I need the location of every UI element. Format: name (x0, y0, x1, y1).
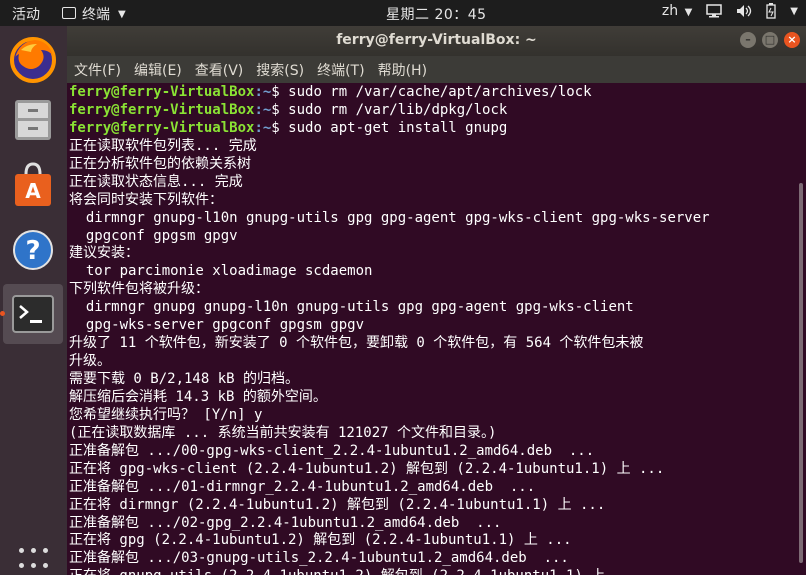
dock-item-files[interactable] (3, 90, 63, 150)
terminal-output-line: tor parcimonie xloadimage scdaemon (69, 263, 373, 280)
help-icon: ? (13, 230, 53, 270)
dock-item-software[interactable]: A (3, 154, 63, 214)
terminal-output-line: 需要下载 0 B/2,148 kB 的归档。 (69, 371, 300, 387)
chevron-down-icon: ▼ (684, 7, 693, 18)
prompt-symbol: $ (271, 101, 289, 118)
terminal-output-line: 正在读取软件包列表... 完成 (69, 137, 257, 154)
terminal-output-line: dirmngr gnupg-l10n gnupg-utils gpg gpg-a… (69, 209, 710, 226)
window-titlebar[interactable]: ferry@ferry-VirtualBox: ~ – □ × (67, 26, 806, 56)
menu-edit[interactable]: 编辑(E) (134, 60, 182, 80)
app-menu[interactable]: 终端 ▼ (62, 4, 126, 24)
terminal-output-line: 正在读取状态信息... 完成 (69, 173, 243, 190)
prompt-command: sudo rm /var/cache/apt/archives/lock (288, 84, 592, 100)
prompt-path: :~ (254, 84, 272, 100)
battery-icon[interactable] (766, 3, 776, 19)
running-indicator (0, 311, 5, 316)
system-menu-chevron-icon[interactable]: ▼ (790, 6, 798, 17)
dock-item-terminal[interactable] (3, 284, 63, 344)
window-controls: – □ × (740, 32, 800, 48)
terminal-window: ferry@ferry-VirtualBox: ~ – □ × 文件(F) 编辑… (67, 26, 806, 575)
terminal-output-line: 您希望继续执行吗？ [Y/n] y (69, 406, 263, 423)
clock[interactable]: 星期二 20：45 (386, 4, 487, 24)
terminal-output-line: gpgconf gpgsm gpgv (69, 227, 238, 244)
show-applications-button[interactable] (19, 548, 49, 572)
top-panel: 活动 终端 ▼ 星期二 20：45 zh ▼ ▼ (0, 0, 806, 26)
svg-text:?: ? (25, 236, 40, 266)
system-tray[interactable]: zh ▼ ▼ (662, 3, 798, 19)
terminal-output-line: 升级。 (69, 353, 111, 370)
terminal-output-line: 正在将 gpg-wks-client (2.2.4-1ubuntu1.2) 解包… (69, 460, 665, 477)
grid-dot (31, 563, 36, 568)
close-button[interactable]: × (784, 32, 800, 48)
prompt-command: sudo rm /var/lib/dpkg/lock (288, 101, 508, 118)
volume-icon[interactable] (736, 4, 752, 18)
shopping-bag-icon: A (15, 162, 51, 206)
terminal-output-line: 正准备解包 .../00-gpg-wks-client_2.2.4-1ubunt… (69, 442, 595, 459)
menu-search[interactable]: 搜索(S) (256, 60, 304, 80)
terminal-output-line: dirmngr gnupg gnupg-l10n gnupg-utils gpg… (69, 299, 634, 316)
svg-text:A: A (25, 179, 41, 203)
grid-dot (31, 548, 36, 553)
terminal-output-line: 将会同时安装下列软件： (69, 191, 223, 208)
firefox-icon (10, 37, 56, 83)
terminal-output-line: 解压缩后会消耗 14.3 kB 的额外空间。 (69, 388, 327, 405)
terminal-output-line: gpg-wks-server gpgconf gpgsm gpgv (69, 317, 365, 334)
terminal-output-line: (正在读取数据库 ... 系统当前共安装有 121027 个文件和目录。) (69, 424, 497, 441)
prompt-symbol: $ (271, 119, 289, 136)
window-title: ferry@ferry-VirtualBox: ~ (336, 32, 537, 48)
terminal-output[interactable]: ferry@ferry-VirtualBox:~$ sudo rm /var/c… (67, 83, 795, 575)
scrollbar[interactable] (795, 83, 806, 575)
terminal-prompt-line: ferry@ferry-VirtualBox:~$ sudo rm /var/c… (67, 83, 795, 101)
dock-item-help[interactable]: ? (3, 220, 63, 280)
input-method-label: zh (661, 3, 679, 19)
dock-item-firefox[interactable] (3, 30, 63, 90)
app-menu-label: 终端 (82, 7, 110, 23)
terminal-output-line: 正准备解包 .../03-gnupg-utils_2.2.4-1ubuntu1.… (69, 550, 569, 567)
menu-help[interactable]: 帮助(H) (378, 60, 427, 80)
prompt-user: ferry@ferry-VirtualBox (69, 101, 255, 118)
grid-dot (43, 548, 48, 553)
terminal-prompt-line: ferry@ferry-VirtualBox:~$ sudo rm /var/l… (67, 101, 795, 119)
terminal-output-line: 下列软件包将被升级： (69, 281, 209, 298)
grid-dot (19, 563, 24, 568)
menu-file[interactable]: 文件(F) (74, 60, 121, 80)
prompt-symbol: $ (271, 84, 289, 100)
chevron-down-icon: ▼ (118, 8, 126, 20)
prompt-user: ferry@ferry-VirtualBox (69, 119, 255, 136)
terminal-output-line: 正在将 gnupg-utils (2.2.4-1ubuntu1.2) 解包到 (… (67, 567, 795, 575)
prompt-user: ferry@ferry-VirtualBox (69, 84, 255, 100)
terminal-output-line: 建议安装： (69, 245, 139, 262)
dock: A ? (0, 26, 67, 575)
menu-terminal[interactable]: 终端(T) (317, 60, 364, 80)
activities-button[interactable]: 活动 (12, 4, 40, 24)
prompt-path: :~ (254, 119, 272, 136)
prompt-command: sudo apt-get install gnupg (288, 119, 508, 136)
terminal-output-line: 升级了 11 个软件包，新安装了 0 个软件包，要卸载 0 个软件包，有 564… (69, 335, 644, 352)
desktop: 活动 终端 ▼ 星期二 20：45 zh ▼ ▼ A ? ferry@ferry… (0, 0, 806, 575)
terminal-output-line: 正准备解包 .../02-gpg_2.2.4-1ubuntu1.2_amd64.… (69, 514, 502, 531)
input-method-indicator[interactable]: zh ▼ (662, 3, 692, 19)
terminal-output-line: 正在分析软件包的依赖关系树 (69, 155, 251, 172)
minimize-button[interactable]: – (740, 32, 756, 48)
menu-bar: 文件(F) 编辑(E) 查看(V) 搜索(S) 终端(T) 帮助(H) (67, 56, 806, 83)
terminal-output-line: 正在将 dirmngr (2.2.4-1ubuntu1.2) 解包到 (2.2.… (69, 496, 606, 513)
terminal-output-line: 正准备解包 .../01-dirmngr_2.2.4-1ubuntu1.2_am… (69, 478, 536, 495)
file-cabinet-icon (15, 100, 51, 140)
terminal-icon (12, 295, 54, 333)
prompt-path: :~ (254, 101, 272, 118)
terminal-output-line: 正在将 gpg (2.2.4-1ubuntu1.2) 解包到 (2.2.4-1u… (69, 532, 572, 549)
grid-dot (19, 548, 24, 553)
terminal-app-icon (62, 7, 76, 19)
menu-view[interactable]: 查看(V) (195, 60, 244, 80)
terminal-prompt-line: ferry@ferry-VirtualBox:~$ sudo apt-get i… (67, 119, 795, 137)
maximize-button[interactable]: □ (762, 32, 778, 48)
grid-dot (43, 563, 48, 568)
scrollbar-thumb[interactable] (799, 183, 803, 563)
network-icon[interactable] (706, 4, 723, 18)
